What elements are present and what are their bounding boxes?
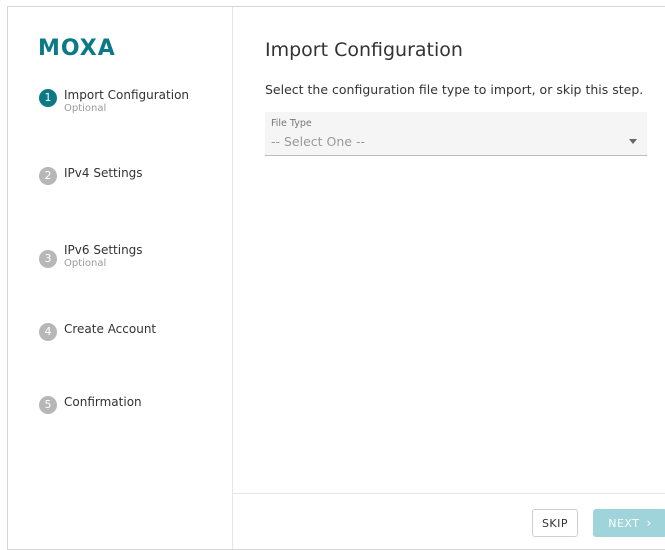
step-number-5: 5: [39, 396, 57, 414]
moxa-logo: MOXA: [38, 35, 116, 61]
step-label: Import Configuration: [64, 88, 190, 102]
wizard-footer: SKIP NEXT ›: [233, 493, 665, 549]
page-title: Import Configuration: [265, 39, 463, 61]
step-confirmation[interactable]: 5 Confirmation: [39, 395, 142, 414]
step-optional-label: Optional: [64, 258, 107, 269]
step-label: IPv4 Settings: [64, 166, 143, 180]
setup-wizard-window: MOXA 1 Import Configuration Optional 2 I…: [7, 6, 665, 550]
step-optional-label: Optional: [64, 103, 107, 114]
file-type-label: File Type: [271, 118, 312, 129]
step-number-3: 3: [39, 250, 57, 268]
step-number-1: 1: [39, 89, 57, 107]
step-label: IPv6 Settings: [64, 243, 143, 257]
file-type-value: -- Select One --: [271, 134, 365, 149]
step-label: Confirmation: [64, 395, 142, 409]
next-button-label: NEXT: [608, 516, 640, 530]
instructions-text: Select the configuration file type to im…: [265, 82, 644, 97]
caret-down-icon: [629, 139, 637, 144]
skip-button-label: SKIP: [541, 516, 569, 530]
step-import-configuration[interactable]: 1 Import Configuration Optional: [39, 88, 189, 114]
step-number-2: 2: [39, 167, 57, 185]
skip-button[interactable]: SKIP: [532, 509, 578, 537]
wizard-sidebar: MOXA 1 Import Configuration Optional 2 I…: [8, 7, 233, 549]
step-create-account[interactable]: 4 Create Account: [39, 322, 156, 341]
file-type-select[interactable]: File Type -- Select One --: [265, 112, 647, 156]
chevron-right-icon: ›: [646, 516, 652, 530]
wizard-content: Import Configuration Select the configur…: [233, 7, 665, 493]
step-ipv6-settings[interactable]: 3 IPv6 Settings Optional: [39, 243, 143, 269]
step-ipv4-settings[interactable]: 2 IPv4 Settings: [39, 166, 143, 185]
step-number-4: 4: [39, 323, 57, 341]
logo-text: MOXA: [38, 35, 116, 61]
next-button[interactable]: NEXT ›: [593, 509, 665, 537]
step-label: Create Account: [64, 322, 157, 336]
